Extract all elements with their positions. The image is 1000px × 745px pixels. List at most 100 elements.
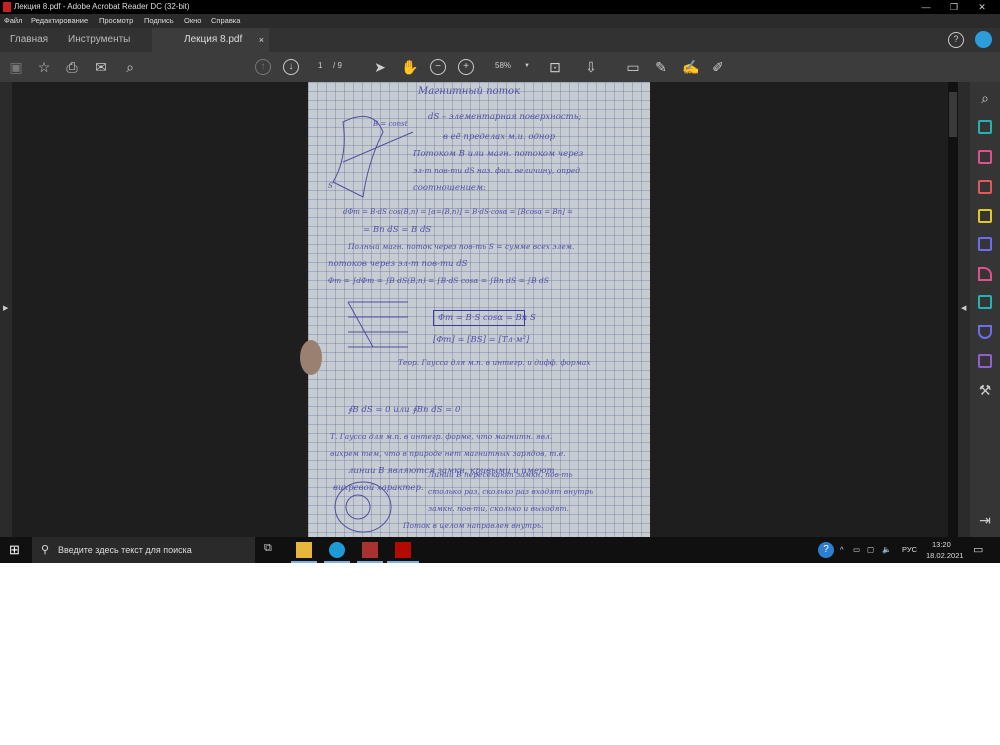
enhance-scan-icon[interactable]: ⌕ bbox=[977, 90, 993, 106]
fit-page-icon[interactable]: ⊡ bbox=[547, 59, 563, 75]
handwritten-line: замкн. пов-ти, сколько и выходят. bbox=[428, 504, 570, 513]
menu-help[interactable]: Справка bbox=[211, 14, 240, 28]
file-explorer-icon[interactable] bbox=[296, 542, 312, 558]
fill-and-sign-icon[interactable] bbox=[978, 267, 992, 281]
organize-pages-icon[interactable] bbox=[978, 150, 992, 164]
taskbar: ⊞ ⚲ Введите здесь текст для поиска ⧉ ? ^ … bbox=[0, 537, 1000, 563]
sign-icon[interactable]: ✍ bbox=[682, 59, 699, 75]
handwritten-line: dS – элементарная поверхность; bbox=[428, 112, 582, 122]
window-title: Лекция 8.pdf - Adobe Acrobat Reader DC (… bbox=[14, 2, 190, 11]
handwritten-line: Полный магн. поток через пов-ть S = сумм… bbox=[348, 242, 575, 251]
tab-tools[interactable]: Инструменты bbox=[68, 28, 130, 52]
next-page-icon[interactable]: ↓ bbox=[283, 59, 299, 75]
vertical-scrollbar[interactable] bbox=[948, 82, 958, 537]
handwritten-line: соотношением: bbox=[413, 183, 486, 193]
right-panel-toggle[interactable]: ◀ bbox=[958, 82, 970, 537]
page-number-input[interactable]: 1 bbox=[318, 61, 322, 70]
handwritten-line: в её пределах м.и. однор bbox=[443, 132, 556, 142]
diagram-surface bbox=[332, 115, 414, 198]
menu-bar: Файл Редактирование Просмотр Подпись Окн… bbox=[0, 14, 1000, 28]
handwritten-line: Линии B пересекают замкн. пов-ть bbox=[428, 470, 573, 479]
show-hidden-icons[interactable]: ^ bbox=[840, 537, 844, 563]
more-tools-icon[interactable]: ⚒ bbox=[977, 382, 993, 398]
zoom-in-icon[interactable]: + bbox=[458, 59, 474, 75]
clock-date[interactable]: 18.02.2021 bbox=[926, 550, 964, 562]
request-signature-icon[interactable] bbox=[978, 354, 992, 368]
tab-document[interactable]: Лекция 8.pdf × bbox=[152, 28, 269, 52]
combine-files-icon[interactable] bbox=[978, 237, 992, 251]
handwritten-line: = Bn dS = B dS bbox=[363, 225, 432, 235]
protect-shield-icon[interactable] bbox=[978, 325, 992, 339]
taskbar-search-input[interactable]: ⚲ Введите здесь текст для поиска bbox=[32, 537, 255, 563]
diagram-field-lines bbox=[347, 301, 408, 348]
battery-icon[interactable]: ▭ bbox=[853, 537, 860, 563]
prev-page-icon[interactable]: ↑ bbox=[255, 59, 271, 75]
scroll-mode-icon[interactable]: ⇩ bbox=[583, 59, 599, 75]
search-zoom-icon[interactable]: ⌕ bbox=[122, 59, 138, 75]
email-icon[interactable]: ✉ bbox=[93, 59, 109, 75]
highlight-icon[interactable]: ✎ bbox=[653, 59, 669, 75]
handwritten-line: вихрем тем, что в природе нет магнитных … bbox=[330, 449, 566, 458]
comment-icon[interactable]: ▭ bbox=[625, 59, 641, 75]
task-view-icon[interactable]: ⧉ bbox=[264, 542, 280, 558]
handwritten-label: S bbox=[328, 182, 333, 190]
select-cursor-icon[interactable]: ➤ bbox=[372, 59, 388, 75]
page-total: / 9 bbox=[333, 61, 342, 70]
export-pdf-icon[interactable] bbox=[978, 120, 992, 134]
bookmark-star-icon[interactable]: ☆ bbox=[36, 59, 52, 75]
scrollbar-thumb[interactable] bbox=[949, 92, 957, 137]
network-icon[interactable]: ▢ bbox=[867, 537, 874, 563]
menu-sign[interactable]: Подпись bbox=[144, 14, 174, 28]
maximize-button[interactable]: ❐ bbox=[940, 0, 968, 14]
zoom-level-select[interactable]: 58% bbox=[495, 61, 511, 70]
print-icon[interactable]: ⎙ bbox=[64, 59, 80, 75]
tab-bar: Главная Инструменты Лекция 8.pdf × ? bbox=[0, 28, 1000, 52]
comment-tool-icon[interactable] bbox=[978, 209, 992, 223]
minimize-button[interactable]: — bbox=[912, 0, 940, 14]
volume-icon[interactable]: 🔈 bbox=[882, 537, 891, 563]
help-icon[interactable]: ? bbox=[948, 32, 964, 48]
create-pdf-icon[interactable] bbox=[978, 180, 992, 194]
tab-close-icon[interactable]: × bbox=[259, 28, 264, 52]
language-indicator[interactable]: РУС bbox=[902, 537, 917, 563]
close-button[interactable]: ✕ bbox=[968, 0, 996, 14]
search-placeholder: Введите здесь текст для поиска bbox=[58, 545, 192, 555]
account-icon[interactable] bbox=[975, 31, 992, 48]
handwritten-line: Потоком B или магн. потоком через bbox=[413, 149, 584, 159]
toolbar: ▣ ☆ ⎙ ✉ ⌕ ↑ ↓ 1 / 9 ➤ ✋ − + 58% ▼ ⊡ ⇩ ▭ … bbox=[0, 52, 1000, 82]
save-icon[interactable]: ▣ bbox=[8, 59, 24, 75]
handwritten-line: эл-т пов-ти dS наз. физ. величину, опред bbox=[413, 166, 581, 175]
zoom-out-icon[interactable]: − bbox=[430, 59, 446, 75]
windows-start-icon[interactable]: ⊞ bbox=[9, 542, 25, 558]
menu-file[interactable]: Файл bbox=[4, 14, 22, 28]
handwritten-line: Поток в целом направлен внутрь. bbox=[403, 521, 544, 530]
notifications-icon[interactable]: ▭ bbox=[973, 537, 983, 563]
handwritten-line: dΦm = B·dS cos(B,n) = [α=(B,n)] = B·dS·c… bbox=[343, 208, 573, 216]
tab-home[interactable]: Главная bbox=[10, 28, 48, 52]
left-panel-toggle[interactable]: ▶ bbox=[0, 82, 12, 537]
menu-view[interactable]: Просмотр bbox=[99, 14, 133, 28]
menu-edit[interactable]: Редактирование bbox=[31, 14, 88, 28]
acrobat-taskbar-icon[interactable] bbox=[395, 542, 411, 558]
hand-tool-icon[interactable]: ✋ bbox=[401, 59, 418, 75]
winrar-icon[interactable] bbox=[362, 542, 378, 558]
edge-browser-icon[interactable] bbox=[329, 542, 345, 558]
zoom-dropdown-icon[interactable]: ▼ bbox=[524, 63, 530, 69]
menu-window[interactable]: Окно bbox=[184, 14, 201, 28]
handwritten-line: потоков через эл-т пов-ти dS bbox=[328, 259, 468, 269]
handwritten-formula: [Φm] = [BS] = [Тл·м²] bbox=[433, 335, 530, 345]
handwritten-formula: Φm = B·S cosα = Bn S bbox=[438, 313, 536, 323]
pdf-page: Магнитный поток B = const S dS – элемент… bbox=[308, 82, 650, 537]
screen: Лекция 8.pdf - Adobe Acrobat Reader DC (… bbox=[0, 0, 1000, 563]
collapse-pane-icon[interactable]: ⇥ bbox=[977, 512, 993, 528]
handwritten-line: Теор. Гаусса для м.п. в интегр. и дифф. … bbox=[398, 358, 591, 367]
diagram-closed-surface bbox=[334, 481, 392, 533]
edit-pdf-icon[interactable] bbox=[978, 295, 992, 309]
title-bar: Лекция 8.pdf - Adobe Acrobat Reader DC (… bbox=[0, 0, 1000, 14]
handwritten-line: столько раз, сколько раз входят внутрь bbox=[428, 487, 594, 496]
help-tray-icon[interactable]: ? bbox=[818, 542, 834, 558]
finger-in-photo bbox=[300, 340, 322, 375]
tab-document-label: Лекция 8.pdf bbox=[184, 34, 243, 45]
fill-sign-icon[interactable]: ✐ bbox=[710, 59, 726, 75]
handwritten-line: Магнитный поток bbox=[418, 86, 521, 97]
